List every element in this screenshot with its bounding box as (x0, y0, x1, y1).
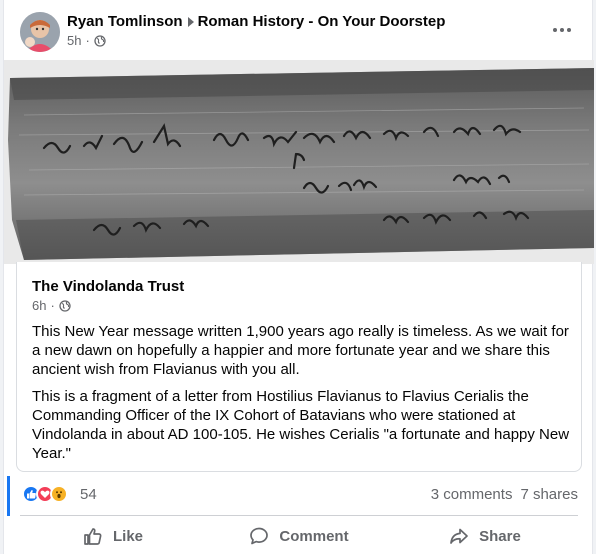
more-dot-icon (560, 28, 564, 32)
post-paragraph: This is a fragment of a letter from Host… (32, 388, 570, 462)
share-icon (450, 528, 468, 544)
group-name[interactable]: Roman History - On Your Doorstep (198, 13, 446, 30)
post-card: Ryan Tomlinson Roman History - On Your D… (3, 0, 594, 554)
more-dot-icon (553, 28, 557, 32)
comment-button[interactable]: Comment (206, 518, 392, 554)
comment-label: Comment (279, 527, 349, 545)
share-label: Share (479, 527, 521, 545)
source-meta: 6h · (32, 298, 71, 313)
source-time[interactable]: 6h (32, 298, 46, 313)
caret-right-icon (187, 16, 194, 27)
avatar[interactable] (20, 12, 60, 52)
globe-icon (94, 34, 106, 47)
meta-separator: · (85, 33, 90, 48)
post-text: This New Year message written 1,900 year… (32, 322, 572, 471)
globe-icon (59, 299, 71, 312)
comments-count[interactable]: 3 comments (431, 486, 513, 503)
post-meta: 5h · (67, 33, 106, 48)
tablet-photo[interactable] (4, 60, 594, 264)
wow-icon (50, 485, 68, 503)
shares-count[interactable]: 7 shares (520, 486, 578, 503)
reaction-summary[interactable]: 54 (22, 485, 97, 503)
reaction-count[interactable]: 54 (80, 486, 97, 503)
comment-icon (250, 527, 269, 545)
post-header: Ryan Tomlinson Roman History - On Your D… (4, 0, 594, 62)
post-time[interactable]: 5h (67, 33, 81, 48)
author-line: Ryan Tomlinson Roman History - On Your D… (67, 13, 445, 30)
focus-indicator (7, 476, 10, 516)
engagement-counts: 3 comments 7 shares (431, 486, 578, 503)
like-button[interactable]: Like (20, 518, 206, 554)
divider (20, 515, 578, 516)
shared-post-body: The Vindolanda Trust 6h · This New Year … (16, 262, 582, 472)
meta-separator: · (50, 298, 55, 313)
source-page-name[interactable]: The Vindolanda Trust (32, 278, 184, 295)
action-bar: Like Comment Share (20, 518, 578, 554)
more-dot-icon (567, 28, 571, 32)
share-button[interactable]: Share (392, 518, 578, 554)
author-name[interactable]: Ryan Tomlinson (67, 13, 183, 30)
post-paragraph: This New Year message written 1,900 year… (32, 323, 569, 378)
reactions-bar: 54 3 comments 7 shares (4, 476, 594, 516)
like-label: Like (112, 527, 143, 545)
thumbs-up-icon (84, 528, 102, 545)
shared-post[interactable]: The Vindolanda Trust 6h · This New Year … (4, 60, 594, 472)
more-options-button[interactable] (552, 20, 572, 40)
